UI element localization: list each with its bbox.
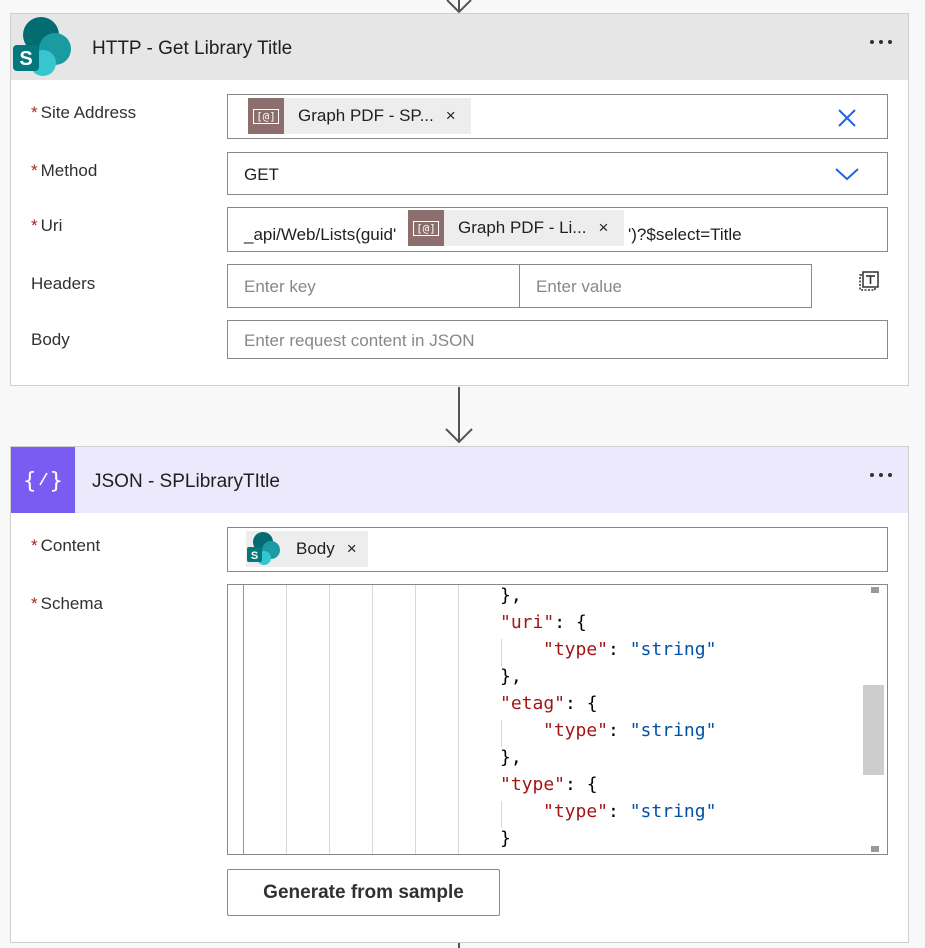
schema-label: * Schema: [31, 594, 103, 613]
method-value: GET: [244, 165, 279, 184]
method-label: * Method: [31, 161, 98, 180]
code-line: "type": "string": [543, 720, 717, 741]
scrollbar-thumb[interactable]: [863, 685, 884, 775]
svg-text:S: S: [19, 48, 32, 70]
remove-token-icon[interactable]: ×: [347, 539, 357, 559]
http-card-more-icon[interactable]: [870, 40, 892, 44]
code-line: "type": "string": [543, 639, 717, 660]
code-line: "uri": {: [500, 612, 587, 633]
chevron-down-icon[interactable]: [834, 166, 860, 182]
clear-icon[interactable]: [837, 108, 857, 128]
body-input[interactable]: Enter request content in JSON: [227, 320, 888, 359]
connector-arrow-icon: [446, 0, 472, 14]
http-card-header[interactable]: S HTTP - Get Library Title: [11, 14, 908, 80]
code-line: },: [500, 585, 522, 606]
code-line: "etag": {: [500, 693, 598, 714]
body-label: Body: [31, 330, 70, 349]
svg-text:{ }: { }: [23, 469, 63, 494]
uri-input[interactable]: _api/Web/Lists(guid' [@] Graph PDF - Li.…: [227, 207, 888, 252]
code-line: },: [500, 666, 522, 687]
parse-json-icon: { }: [11, 447, 75, 513]
svg-text:S: S: [251, 550, 258, 562]
uri-suffix: ')?$select=Title: [628, 225, 742, 244]
method-select[interactable]: GET: [227, 152, 888, 195]
site-address-input[interactable]: [@] Graph PDF - SP... ×: [227, 94, 888, 139]
uri-prefix: _api/Web/Lists(guid': [244, 225, 397, 244]
json-card-title: JSON - SPLibraryTItle: [92, 471, 280, 492]
json-card-header[interactable]: { } JSON - SPLibraryTItle: [11, 447, 908, 513]
content-label: * Content: [31, 536, 101, 555]
code-line: },: [500, 747, 522, 768]
connector-arrow-icon: [445, 428, 473, 444]
code-line: "type": "string": [543, 801, 717, 822]
sharepoint-logo-icon: S: [13, 17, 71, 76]
uri-token[interactable]: [@] Graph PDF - Li... ×: [408, 210, 624, 246]
site-address-token[interactable]: [@] Graph PDF - SP... ×: [248, 98, 471, 134]
generate-from-sample-button[interactable]: Generate from sample: [227, 869, 500, 916]
body-token[interactable]: S Body ×: [246, 531, 368, 567]
switch-to-text-mode-icon[interactable]: [857, 270, 879, 292]
connector-bottom: [458, 943, 460, 948]
json-card-more-icon[interactable]: [870, 473, 892, 477]
remove-token-icon[interactable]: ×: [446, 106, 456, 126]
headers-label: Headers: [31, 274, 96, 293]
http-card-title: HTTP - Get Library Title: [92, 38, 293, 59]
header-value-input[interactable]: Enter value: [519, 264, 812, 308]
scrollbar[interactable]: [863, 585, 887, 854]
dynamic-content-icon: [@]: [248, 98, 284, 134]
dynamic-content-icon: [@]: [408, 210, 444, 246]
code-line: }: [500, 828, 511, 849]
uri-label: * Uri: [31, 216, 63, 235]
site-address-label: * Site Address: [31, 103, 137, 122]
header-key-input[interactable]: Enter key: [227, 264, 520, 308]
content-input[interactable]: S Body ×: [227, 527, 888, 572]
sharepoint-token-icon: S: [247, 532, 280, 565]
remove-token-icon[interactable]: ×: [598, 218, 608, 238]
schema-code-editor[interactable]: }, "uri": { "type": "string"}, "etag": { "ty…: [227, 584, 888, 855]
json-action-card: { } JSON - SPLibraryTItle * Content S Bod…: [10, 446, 909, 943]
http-action-card: S HTTP - Get Library Title * Site Address…: [10, 13, 909, 386]
code-line: "type": {: [500, 774, 598, 795]
